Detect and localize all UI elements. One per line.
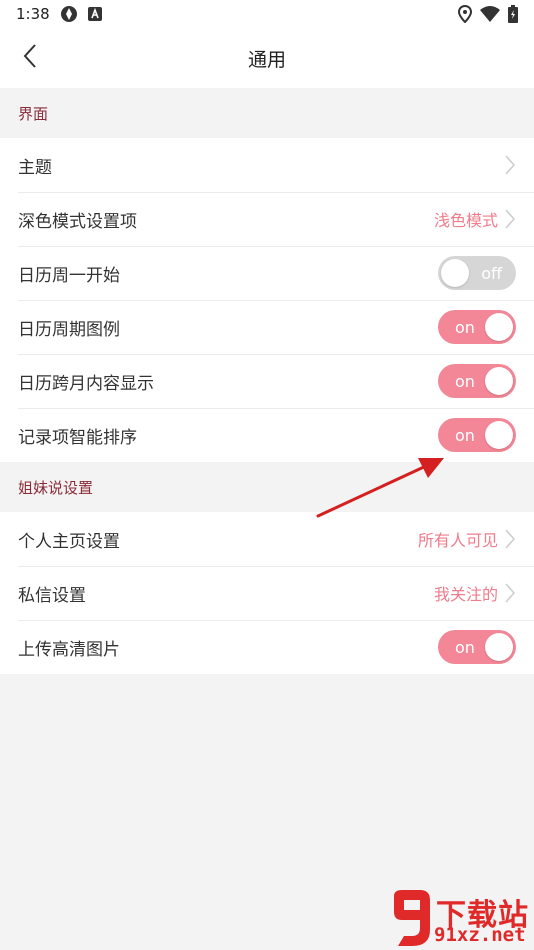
- annotation-arrow: [310, 448, 450, 528]
- setting-value: 我关注的: [433, 585, 498, 604]
- setting-value: 所有人可见: [417, 531, 498, 550]
- watermark-logo: 下载站 91xz.net: [390, 890, 534, 950]
- toggle-state-label: on: [455, 425, 475, 445]
- section-header-interface: 界面: [0, 88, 534, 138]
- page-title: 通用: [247, 48, 286, 71]
- location-icon: [458, 5, 472, 23]
- chevron-left-icon: [23, 43, 37, 73]
- toggle-switch[interactable]: on: [438, 630, 516, 664]
- setting-row-private-message[interactable]: 私信设置 我关注的: [0, 566, 534, 620]
- status-time: 1:38: [16, 5, 50, 23]
- chevron-right-icon: [504, 528, 516, 550]
- section-interface: 主题 深色模式设置项 浅色模式 日历周一开始 off 日历周期图例 on 日历跨…: [0, 138, 534, 462]
- toggle-knob: [485, 367, 513, 395]
- setting-row-hd-upload: 上传高清图片 on: [0, 620, 534, 674]
- setting-row-week-start-monday: 日历周一开始 off: [0, 246, 534, 300]
- setting-value: 浅色模式: [433, 211, 498, 230]
- setting-label: 主题: [18, 157, 52, 178]
- battery-icon: [508, 5, 518, 23]
- section-sisters: 个人主页设置 所有人可见 私信设置 我关注的 上传高清图片 on: [0, 512, 534, 674]
- toggle-state-label: on: [455, 637, 475, 657]
- back-button[interactable]: [14, 42, 46, 74]
- toggle-switch[interactable]: on: [438, 418, 516, 452]
- toggle-knob: [485, 313, 513, 341]
- watermark-url: 91xz.net: [434, 924, 526, 946]
- toggle-state-label: on: [455, 317, 475, 337]
- setting-row-profile-visibility[interactable]: 个人主页设置 所有人可见: [0, 512, 534, 566]
- setting-label: 日历周期图例: [18, 319, 120, 340]
- chevron-right-icon: [504, 154, 516, 176]
- toggle-state-label: off: [481, 263, 502, 283]
- toggle-knob: [485, 633, 513, 661]
- setting-row-cross-month-display: 日历跨月内容显示 on: [0, 354, 534, 408]
- setting-label: 个人主页设置: [18, 531, 120, 552]
- top-app-bar: 通用: [0, 28, 534, 88]
- setting-row-cycle-legend: 日历周期图例 on: [0, 300, 534, 354]
- toggle-knob: [441, 259, 469, 287]
- watermark-91-logo-icon: [390, 890, 434, 946]
- setting-label: 日历周一开始: [18, 265, 120, 286]
- setting-label: 私信设置: [18, 585, 86, 606]
- toggle-switch[interactable]: on: [438, 364, 516, 398]
- setting-label: 深色模式设置项: [18, 211, 137, 232]
- app-notification-icon: [60, 5, 78, 23]
- setting-row-smart-sort: 记录项智能排序 on: [0, 408, 534, 462]
- toggle-state-label: on: [455, 371, 475, 391]
- toggle-switch[interactable]: off: [438, 256, 516, 290]
- setting-row-theme[interactable]: 主题: [0, 138, 534, 192]
- wifi-icon: [480, 6, 500, 22]
- setting-label: 上传高清图片: [18, 639, 120, 660]
- chevron-right-icon: [504, 582, 516, 604]
- section-header-sisters: 姐妹说设置: [0, 462, 534, 512]
- toggle-knob: [485, 421, 513, 449]
- status-bar: 1:38: [0, 0, 534, 28]
- setting-label: 日历跨月内容显示: [18, 373, 154, 394]
- setting-label: 记录项智能排序: [18, 427, 137, 448]
- a-badge-icon: [87, 7, 102, 21]
- toggle-switch[interactable]: on: [438, 310, 516, 344]
- chevron-right-icon: [504, 208, 516, 230]
- setting-row-dark-mode[interactable]: 深色模式设置项 浅色模式: [0, 192, 534, 246]
